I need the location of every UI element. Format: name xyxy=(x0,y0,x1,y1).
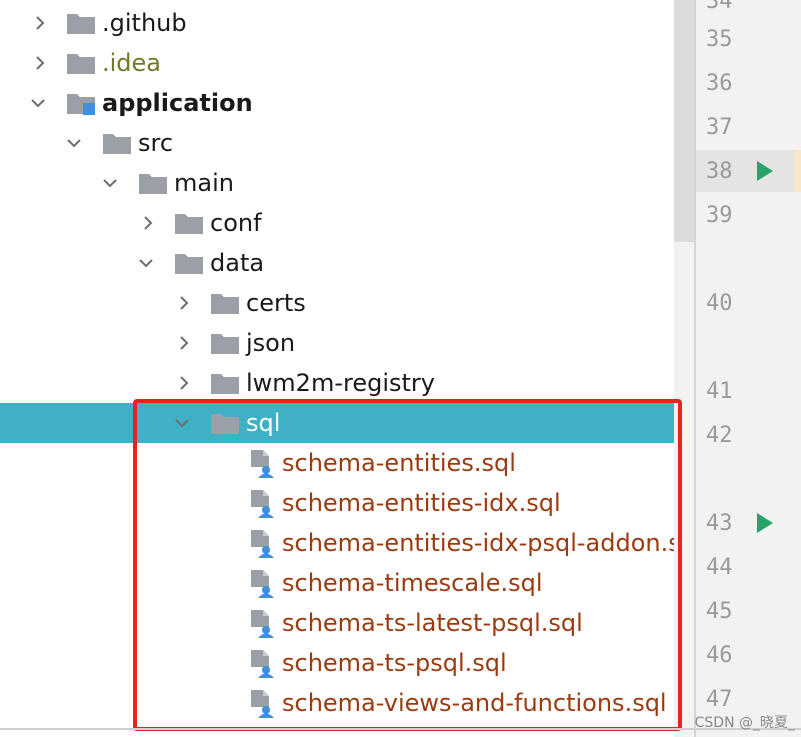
chevron-right-icon[interactable] xyxy=(177,376,191,390)
chevron-down-icon[interactable] xyxy=(31,96,45,110)
line-number: 38 xyxy=(706,159,733,184)
tree-item-certs[interactable]: certs xyxy=(0,283,674,323)
line-number: 41 xyxy=(706,379,733,404)
chevron-right-icon[interactable] xyxy=(177,296,191,310)
tree-item-label: .idea xyxy=(102,49,162,77)
tree-item-label: application xyxy=(102,89,253,117)
folder-icon xyxy=(139,174,167,194)
folder-icon xyxy=(211,294,239,314)
tree-item-label: src xyxy=(138,129,174,157)
chevron-down-icon[interactable] xyxy=(103,176,117,190)
tree-item-idea[interactable]: .idea xyxy=(0,43,674,83)
editor-current-line-edge xyxy=(794,150,801,192)
tree-item-lwm2m-registry[interactable]: lwm2m-registry xyxy=(0,363,674,403)
line-number: 39 xyxy=(706,203,733,228)
chevron-right-icon[interactable] xyxy=(33,56,47,70)
tree-item-data[interactable]: data xyxy=(0,243,674,283)
tree-item-label: json xyxy=(246,329,296,357)
folder-icon xyxy=(175,214,203,234)
tree-item-src[interactable]: src xyxy=(0,123,674,163)
line-number: 42 xyxy=(706,423,733,448)
chevron-right-icon[interactable] xyxy=(141,216,155,230)
tree-item-github[interactable]: .github xyxy=(0,3,674,43)
ide-window: .github .idea application src main conf … xyxy=(0,0,801,737)
chevron-down-icon[interactable] xyxy=(139,256,153,270)
tree-item-conf[interactable]: conf xyxy=(0,203,674,243)
chevron-down-icon[interactable] xyxy=(67,136,81,150)
folder-icon xyxy=(67,54,95,74)
line-number: 35 xyxy=(706,27,733,52)
tree-item-label: certs xyxy=(246,289,306,317)
chevron-right-icon[interactable] xyxy=(177,336,191,350)
line-number: 46 xyxy=(706,643,733,668)
tree-item-label: conf xyxy=(210,209,262,237)
tree-item-application[interactable]: application xyxy=(0,83,674,123)
folder-icon xyxy=(175,254,203,274)
line-number: 47 xyxy=(706,687,733,712)
tree-item-label: data xyxy=(210,249,265,277)
line-number: 44 xyxy=(706,555,733,580)
line-number: 43 xyxy=(706,511,733,536)
tree-item-label: main xyxy=(174,169,234,197)
tree-item-main[interactable]: main xyxy=(0,163,674,203)
run-icon[interactable] xyxy=(756,160,774,182)
watermark: CSDN @_晓夏_ xyxy=(694,715,795,731)
annotation-highlight-box xyxy=(133,399,682,731)
run-icon[interactable] xyxy=(756,512,774,534)
line-number: 36 xyxy=(706,71,733,96)
module-folder-icon xyxy=(67,94,95,115)
folder-icon xyxy=(211,334,239,354)
line-number: 45 xyxy=(706,599,733,624)
tree-item-label: .github xyxy=(102,9,187,37)
tree-scrollbar-thumb[interactable] xyxy=(674,0,694,242)
folder-icon xyxy=(103,134,131,154)
bottom-border xyxy=(0,728,801,730)
line-number: 34 xyxy=(706,0,733,14)
line-number: 40 xyxy=(706,291,733,316)
tree-item-json[interactable]: json xyxy=(0,323,674,363)
chevron-right-icon[interactable] xyxy=(33,16,47,30)
folder-icon xyxy=(67,14,95,34)
line-number: 37 xyxy=(706,115,733,140)
tree-item-label: lwm2m-registry xyxy=(246,369,435,397)
editor-gutter xyxy=(696,0,801,737)
folder-icon xyxy=(211,374,239,394)
